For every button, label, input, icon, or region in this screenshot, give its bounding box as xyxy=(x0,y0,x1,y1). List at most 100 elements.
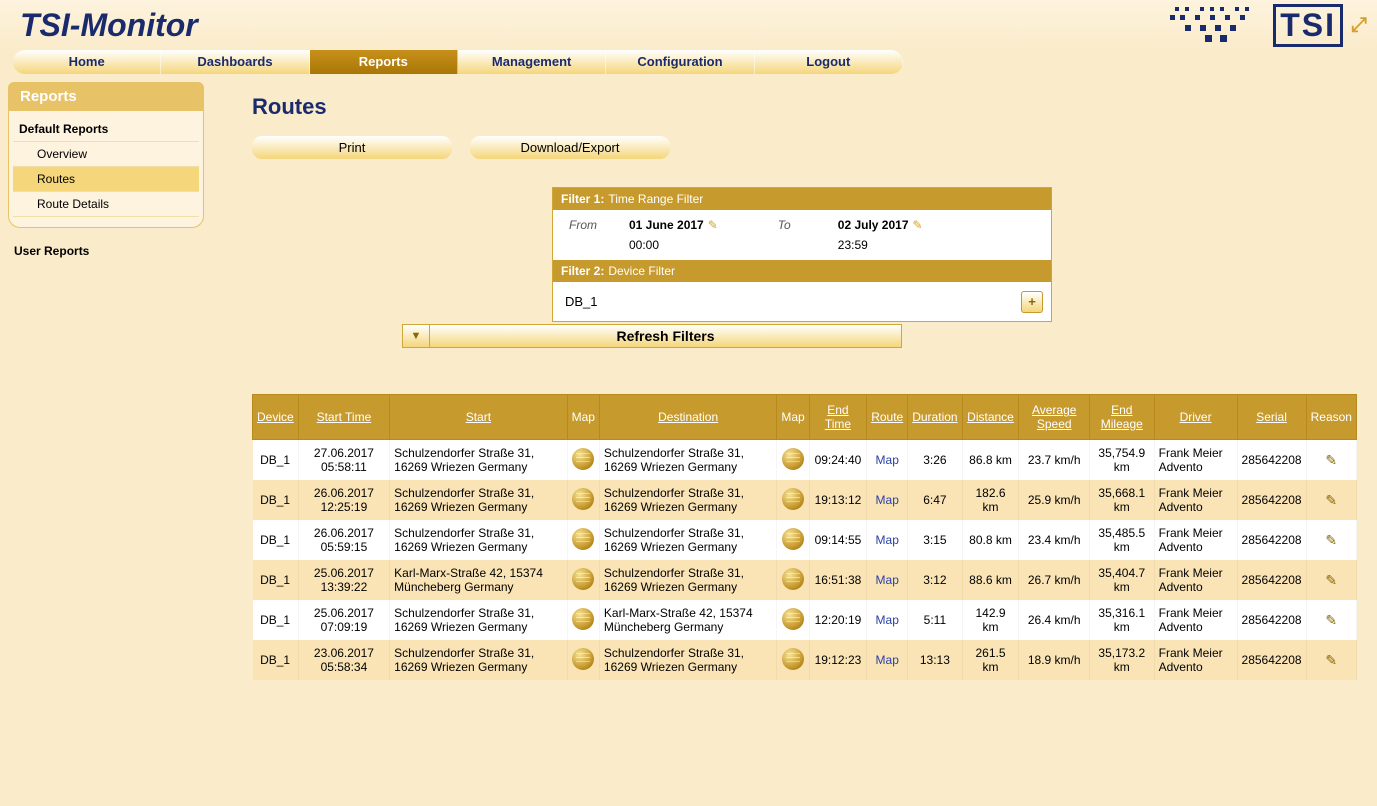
cell-destination: Schulzendorfer Straße 31, 16269 Wriezen … xyxy=(599,440,776,481)
edit-reason-icon[interactable]: ✎ xyxy=(1325,532,1337,548)
edit-from-icon[interactable]: ✎ xyxy=(708,218,718,232)
globe-icon[interactable] xyxy=(782,648,804,670)
col-map[interactable]: Map xyxy=(567,395,599,440)
col-end-mileage[interactable]: End Mileage xyxy=(1089,395,1154,440)
globe-icon[interactable] xyxy=(572,528,594,550)
sidebar-item-overview[interactable]: Overview xyxy=(13,142,199,167)
nav-dashboards[interactable]: Dashboards xyxy=(161,50,309,74)
fullscreen-icon[interactable]: ⤢ xyxy=(1351,14,1367,37)
col-route[interactable]: Route xyxy=(867,395,908,440)
top-nav: HomeDashboardsReportsManagementConfigura… xyxy=(13,50,903,74)
route-map-link[interactable]: Map xyxy=(876,653,899,667)
cell-start-address: Schulzendorfer Straße 31, 16269 Wriezen … xyxy=(390,600,567,640)
cell-route: Map xyxy=(867,480,908,520)
globe-icon[interactable] xyxy=(572,488,594,510)
cell-serial: 285642208 xyxy=(1237,440,1306,481)
route-map-link[interactable]: Map xyxy=(876,533,899,547)
refresh-filters-button[interactable]: Refresh Filters xyxy=(430,324,902,348)
table-row: DB_123.06.2017 05:58:34Schulzendorfer St… xyxy=(253,640,1357,680)
cell-map-start xyxy=(567,440,599,481)
col-driver[interactable]: Driver xyxy=(1154,395,1237,440)
cell-reason: ✎ xyxy=(1306,480,1356,520)
cell-end-time: 09:14:55 xyxy=(809,520,867,560)
cell-map-start xyxy=(567,480,599,520)
filter-collapse-toggle[interactable]: ▼ xyxy=(402,324,430,348)
nav-logout[interactable]: Logout xyxy=(755,50,903,74)
cell-serial: 285642208 xyxy=(1237,560,1306,600)
from-time: 00:00 xyxy=(629,238,659,252)
cell-end-time: 12:20:19 xyxy=(809,600,867,640)
col-map[interactable]: Map xyxy=(777,395,809,440)
cell-driver: Frank Meier Advento xyxy=(1154,600,1237,640)
sidebar-title: Reports xyxy=(8,82,204,111)
print-button[interactable]: Print xyxy=(252,136,452,159)
route-map-link[interactable]: Map xyxy=(876,573,899,587)
filter2-name: Device Filter xyxy=(608,264,675,278)
nav-management[interactable]: Management xyxy=(458,50,606,74)
globe-icon[interactable] xyxy=(782,568,804,590)
cell-duration: 6:47 xyxy=(908,480,962,520)
cell-end-mileage: 35,173.2 km xyxy=(1089,640,1154,680)
globe-icon[interactable] xyxy=(782,488,804,510)
nav-configuration[interactable]: Configuration xyxy=(606,50,754,74)
sidebar-item-routes[interactable]: Routes xyxy=(13,167,199,192)
col-end-time[interactable]: End Time xyxy=(809,395,867,440)
cell-map-dest xyxy=(777,560,809,600)
nav-reports[interactable]: Reports xyxy=(310,50,458,74)
col-average-speed[interactable]: Average Speed xyxy=(1019,395,1090,440)
route-map-link[interactable]: Map xyxy=(876,453,899,467)
cell-start-time: 25.06.2017 13:39:22 xyxy=(298,560,389,600)
sidebar-section: Default Reports OverviewRoutesRoute Deta… xyxy=(8,111,204,228)
col-duration[interactable]: Duration xyxy=(908,395,962,440)
edit-to-icon[interactable]: ✎ xyxy=(913,218,923,232)
route-map-link[interactable]: Map xyxy=(876,613,899,627)
from-label: From xyxy=(569,218,609,232)
globe-icon[interactable] xyxy=(572,608,594,630)
cell-avg-speed: 18.9 km/h xyxy=(1019,640,1090,680)
to-date: 02 July 2017 xyxy=(838,218,909,232)
cell-avg-speed: 23.4 km/h xyxy=(1019,520,1090,560)
cell-start-address: Schulzendorfer Straße 31, 16269 Wriezen … xyxy=(390,440,567,481)
edit-reason-icon[interactable]: ✎ xyxy=(1325,652,1337,668)
cell-end-mileage: 35,485.5 km xyxy=(1089,520,1154,560)
col-serial[interactable]: Serial xyxy=(1237,395,1306,440)
cell-reason: ✎ xyxy=(1306,520,1356,560)
cell-start-time: 26.06.2017 12:25:19 xyxy=(298,480,389,520)
sidebar-item-route-details[interactable]: Route Details xyxy=(13,192,199,217)
edit-reason-icon[interactable]: ✎ xyxy=(1325,492,1337,508)
globe-icon[interactable] xyxy=(572,448,594,470)
sidebar-user-reports[interactable]: User Reports xyxy=(8,238,204,264)
table-row: DB_127.06.2017 05:58:11Schulzendorfer St… xyxy=(253,440,1357,481)
cell-duration: 13:13 xyxy=(908,640,962,680)
table-row: DB_126.06.2017 05:59:15Schulzendorfer St… xyxy=(253,520,1357,560)
col-destination[interactable]: Destination xyxy=(599,395,776,440)
add-device-button[interactable]: + xyxy=(1021,291,1043,313)
cell-end-time: 19:12:23 xyxy=(809,640,867,680)
cell-distance: 80.8 km xyxy=(962,520,1019,560)
globe-icon[interactable] xyxy=(572,568,594,590)
globe-icon[interactable] xyxy=(782,528,804,550)
export-button[interactable]: Download/Export xyxy=(470,136,670,159)
nav-home[interactable]: Home xyxy=(13,50,161,74)
filter1-name: Time Range Filter xyxy=(608,192,703,206)
sidebar-section-header[interactable]: Default Reports xyxy=(13,117,199,142)
to-label: To xyxy=(778,218,818,232)
col-device[interactable]: Device xyxy=(253,395,299,440)
cell-map-dest xyxy=(777,520,809,560)
col-start[interactable]: Start xyxy=(390,395,567,440)
device-filter-input[interactable] xyxy=(561,290,1021,313)
globe-icon[interactable] xyxy=(782,448,804,470)
col-start-time[interactable]: Start Time xyxy=(298,395,389,440)
globe-icon[interactable] xyxy=(572,648,594,670)
cell-end-mileage: 35,316.1 km xyxy=(1089,600,1154,640)
cell-avg-speed: 25.9 km/h xyxy=(1019,480,1090,520)
edit-reason-icon[interactable]: ✎ xyxy=(1325,572,1337,588)
cell-start-time: 25.06.2017 07:09:19 xyxy=(298,600,389,640)
route-map-link[interactable]: Map xyxy=(876,493,899,507)
edit-reason-icon[interactable]: ✎ xyxy=(1325,452,1337,468)
col-distance[interactable]: Distance xyxy=(962,395,1019,440)
cell-end-time: 19:13:12 xyxy=(809,480,867,520)
col-reason[interactable]: Reason xyxy=(1306,395,1356,440)
globe-icon[interactable] xyxy=(782,608,804,630)
edit-reason-icon[interactable]: ✎ xyxy=(1325,612,1337,628)
